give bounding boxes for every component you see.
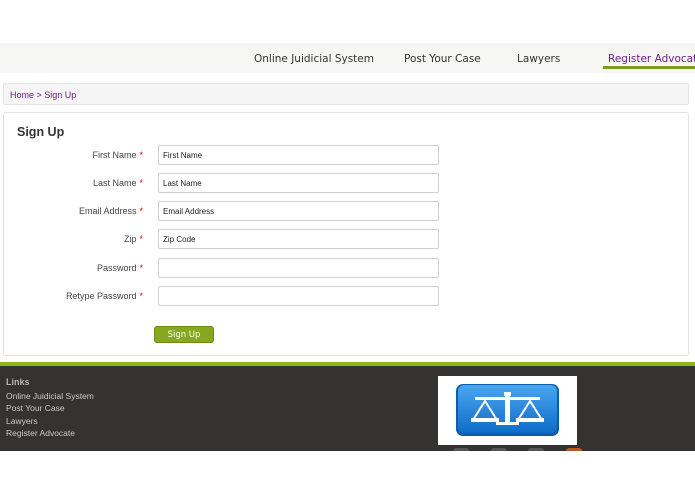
password-label: Password * <box>96 263 143 273</box>
required-marker: * <box>139 234 143 244</box>
footer-link-register-advocate[interactable]: Register Advocate <box>6 428 75 438</box>
scales-of-justice-icon <box>456 384 559 436</box>
page-title: Sign Up <box>17 125 65 139</box>
social-icon-4[interactable] <box>566 448 582 451</box>
footer-link-lawyers[interactable]: Lawyers <box>6 416 38 426</box>
first-name-label: First Name * <box>92 150 143 160</box>
active-nav-indicator <box>603 66 695 69</box>
nav-item-lawyers[interactable]: Lawyers <box>517 53 560 65</box>
nav-item-post-your-case[interactable]: Post Your Case <box>404 53 481 65</box>
required-marker: * <box>139 178 143 188</box>
last-name-label: Last Name * <box>92 178 143 188</box>
site-logo <box>438 376 577 445</box>
social-icon-1[interactable] <box>453 448 469 451</box>
retype-password-label: Retype Password * <box>65 291 143 301</box>
breadcrumb-link[interactable]: Home > Sign Up <box>10 90 76 100</box>
nav-item-register-advocate[interactable]: Register Advocate <box>608 53 695 65</box>
footer-link-post-your-case[interactable]: Post Your Case <box>6 403 65 413</box>
top-navbar: Online Juidicial System Post Your Case L… <box>0 43 695 73</box>
email-row: Email Address * <box>4 201 690 221</box>
password-row: Password * <box>4 258 690 278</box>
sign-up-button[interactable]: Sign Up <box>154 326 214 343</box>
breadcrumb: Home > Sign Up <box>3 83 689 105</box>
signup-panel: Sign Up First Name* Last Name* Email Add… <box>3 112 689 356</box>
nav-item-online-judicial-system[interactable]: Online Juidicial System <box>254 53 374 65</box>
last-name-input[interactable] <box>158 173 439 193</box>
retype-password-row: Retype Password * <box>4 286 690 306</box>
retype-password-input[interactable] <box>158 286 439 306</box>
required-marker: * <box>139 263 143 273</box>
zip-row: Zip * <box>4 229 690 249</box>
required-marker: * <box>139 291 143 301</box>
footer-link-online-judicial-system[interactable]: Online Juidicial System <box>6 391 94 401</box>
footer: Links Online Juidicial System Post Your … <box>0 366 695 451</box>
zip-input[interactable] <box>158 229 439 249</box>
required-marker: * <box>139 206 143 216</box>
required-marker: * <box>139 150 143 160</box>
social-icon-3[interactable] <box>528 448 544 451</box>
password-input[interactable] <box>158 258 439 278</box>
last-name-row: Last Name * <box>4 173 690 193</box>
footer-links-heading: Links <box>6 377 30 387</box>
email-label: Email Address * <box>78 206 143 216</box>
first-name-row: First Name * <box>4 145 690 165</box>
email-input[interactable] <box>158 201 439 221</box>
zip-label: Zip * <box>123 234 143 244</box>
social-icon-2[interactable] <box>491 448 507 451</box>
first-name-input[interactable] <box>158 145 439 165</box>
